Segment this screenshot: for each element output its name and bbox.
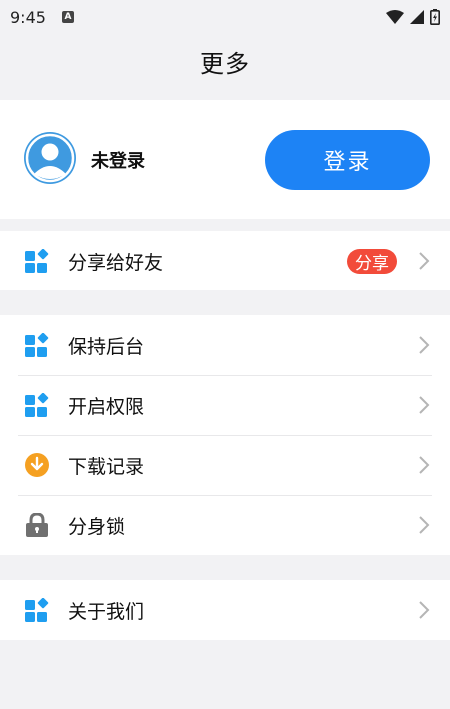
grid-icon [25, 598, 49, 622]
grid-icon [25, 333, 49, 357]
signal-icon [410, 10, 424, 24]
status-left: 9:45 A [10, 8, 74, 27]
settings-label: 开启权限 [68, 395, 145, 418]
grid-icon [25, 249, 49, 273]
chevron-right-icon [419, 252, 430, 270]
about-card: 关于我们 [0, 580, 450, 640]
status-bar: 9:45 A [0, 0, 450, 34]
settings-card: 保持后台 开启权限 下载记录 分身锁 [0, 315, 450, 555]
login-button[interactable]: 登录 [265, 130, 430, 190]
status-time: 9:45 [10, 7, 46, 27]
about-label: 关于我们 [68, 600, 145, 623]
share-card: 分享给好友 分享 [0, 231, 450, 290]
settings-row-keep-background[interactable]: 保持后台 [0, 315, 450, 375]
chevron-right-icon [419, 516, 430, 534]
notification-badge: A [61, 11, 74, 23]
settings-row-app-lock[interactable]: 分身锁 [0, 495, 450, 555]
user-icon [25, 133, 75, 183]
share-badge: 分享 [347, 249, 397, 274]
profile-name: 未登录 [91, 151, 145, 172]
battery-icon [430, 9, 440, 25]
chevron-right-icon [419, 456, 430, 474]
settings-row-permissions[interactable]: 开启权限 [0, 375, 450, 435]
chevron-right-icon [419, 601, 430, 619]
settings-label: 保持后台 [68, 335, 145, 358]
grid-icon [25, 393, 49, 417]
page-title: 更多 [200, 50, 250, 78]
settings-label: 下载记录 [68, 455, 145, 478]
chevron-right-icon [419, 396, 430, 414]
lock-icon [26, 513, 48, 537]
profile-card: 未登录 登录 [0, 100, 450, 219]
download-icon [25, 453, 49, 477]
share-row[interactable]: 分享给好友 分享 [0, 231, 450, 291]
wifi-icon [386, 10, 404, 24]
settings-label: 分身锁 [68, 515, 126, 538]
status-icons [386, 9, 440, 25]
share-label: 分享给好友 [68, 251, 164, 274]
settings-row-downloads[interactable]: 下载记录 [0, 435, 450, 495]
about-row[interactable]: 关于我们 [0, 580, 450, 640]
avatar[interactable] [24, 132, 76, 184]
chevron-right-icon [419, 336, 430, 354]
